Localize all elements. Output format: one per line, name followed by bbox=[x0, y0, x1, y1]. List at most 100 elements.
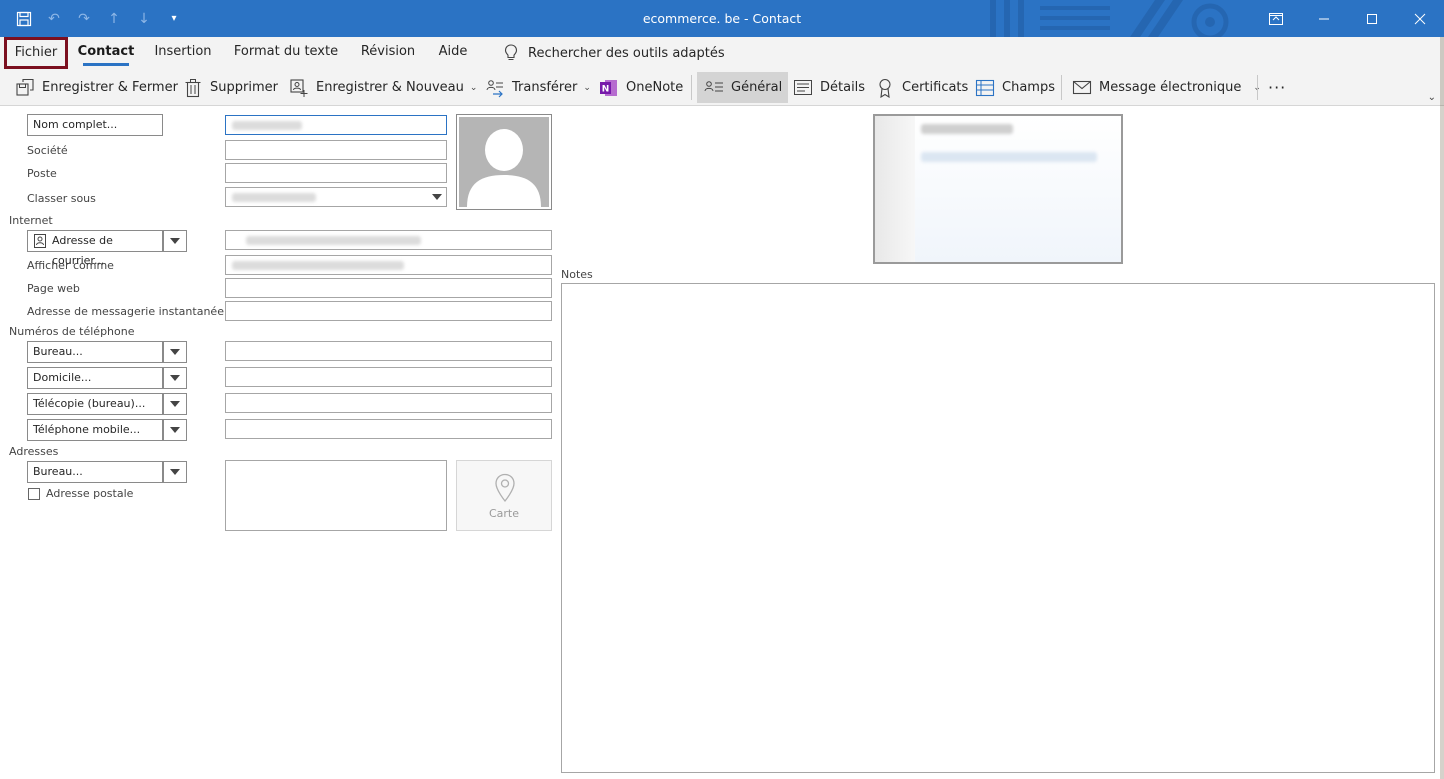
person-silhouette-icon bbox=[467, 129, 541, 207]
tab-revision[interactable]: Révision bbox=[356, 37, 420, 69]
notes-textarea[interactable] bbox=[561, 283, 1435, 773]
phone-office-button[interactable]: Bureau... bbox=[27, 341, 163, 363]
certificate-ribbon-icon bbox=[874, 77, 896, 99]
redacted-value bbox=[232, 261, 404, 270]
save-new-icon bbox=[288, 77, 310, 99]
business-card-preview[interactable] bbox=[873, 114, 1123, 264]
save-and-close-button[interactable]: Enregistrer & Fermer bbox=[14, 72, 178, 103]
tell-me-search[interactable]: Rechercher des outils adaptés bbox=[504, 37, 725, 69]
redo-icon[interactable]: ↷ bbox=[74, 9, 94, 29]
address-textarea[interactable] bbox=[225, 460, 447, 531]
phone-home-dropdown[interactable] bbox=[163, 367, 187, 389]
map-label: Carte bbox=[488, 507, 520, 520]
tab-contact[interactable]: Contact bbox=[76, 37, 136, 69]
avatar bbox=[459, 117, 549, 207]
tell-me-search-label: Rechercher des outils adaptés bbox=[528, 45, 725, 61]
certificates-label: Certificats bbox=[902, 80, 969, 95]
ribbon-display-options-icon[interactable] bbox=[1252, 0, 1300, 37]
svg-text:N: N bbox=[602, 84, 610, 94]
trash-icon bbox=[182, 77, 204, 99]
address-type-dropdown[interactable] bbox=[163, 461, 187, 483]
ribbon-separator bbox=[1061, 75, 1062, 100]
phone-mobile-button[interactable]: Téléphone mobile... bbox=[27, 419, 163, 441]
ribbon-separator bbox=[1257, 75, 1258, 100]
more-commands-button[interactable]: ··· bbox=[1268, 72, 1286, 103]
addresses-group-label: Adresses bbox=[9, 445, 59, 458]
webpage-field[interactable] bbox=[225, 278, 552, 298]
redacted-value bbox=[921, 152, 1097, 162]
lightbulb-icon bbox=[504, 44, 518, 60]
minimize-icon[interactable] bbox=[1300, 0, 1348, 37]
company-field[interactable] bbox=[225, 140, 447, 160]
internet-group-label: Internet bbox=[9, 214, 53, 227]
phone-home-field[interactable] bbox=[225, 367, 552, 387]
onenote-button[interactable]: N OneNote bbox=[598, 72, 683, 103]
email-field[interactable] bbox=[225, 230, 552, 250]
full-name-button[interactable]: Nom complet... bbox=[27, 114, 163, 136]
map-pin-icon bbox=[495, 473, 515, 503]
im-address-field[interactable] bbox=[225, 301, 552, 321]
save-and-new-button[interactable]: Enregistrer & Nouveau ⌄ bbox=[288, 72, 477, 103]
customize-qat-icon[interactable]: ▾ bbox=[164, 9, 184, 29]
email-message-label: Message électronique bbox=[1099, 80, 1242, 95]
delete-button[interactable]: Supprimer bbox=[182, 72, 278, 103]
im-address-label: Adresse de messagerie instantanée bbox=[27, 305, 224, 318]
file-as-select[interactable] bbox=[225, 187, 447, 207]
title-bar-decoration bbox=[990, 0, 1229, 37]
save-and-new-label: Enregistrer & Nouveau bbox=[316, 80, 464, 95]
full-name-field[interactable] bbox=[225, 115, 447, 135]
general-view-button[interactable]: Général bbox=[697, 72, 789, 103]
job-title-field[interactable] bbox=[225, 163, 447, 183]
contact-card-icon bbox=[34, 234, 46, 248]
email-type-dropdown[interactable] bbox=[163, 230, 187, 252]
maximize-icon[interactable] bbox=[1348, 0, 1396, 37]
map-button[interactable]: Carte bbox=[456, 460, 552, 531]
notes-label: Notes bbox=[561, 268, 593, 281]
collapse-ribbon-icon[interactable]: ⌄ bbox=[1428, 92, 1436, 103]
onenote-label: OneNote bbox=[626, 80, 684, 95]
tab-aide[interactable]: Aide bbox=[432, 37, 474, 69]
general-view-label: Général bbox=[731, 80, 783, 95]
undo-icon[interactable]: ↶ bbox=[44, 9, 64, 29]
ribbon-separator bbox=[691, 75, 692, 100]
phone-mobile-field[interactable] bbox=[225, 419, 552, 439]
details-view-label: Détails bbox=[820, 80, 866, 95]
phone-mobile-dropdown[interactable] bbox=[163, 419, 187, 441]
address-type-button[interactable]: Bureau... bbox=[27, 461, 163, 483]
quick-access-toolbar: ↶ ↷ ↑ ↓ ▾ bbox=[14, 0, 184, 37]
details-icon bbox=[792, 77, 814, 99]
fields-button[interactable]: Champs bbox=[974, 72, 1055, 103]
display-as-label: Afficher comme bbox=[27, 259, 114, 272]
job-title-label: Poste bbox=[27, 167, 57, 180]
close-icon[interactable] bbox=[1396, 0, 1444, 37]
certificates-button[interactable]: Certificats bbox=[874, 72, 968, 103]
forward-button[interactable]: Transférer ⌄ bbox=[484, 72, 591, 103]
phone-fax-dropdown[interactable] bbox=[163, 393, 187, 415]
email-type-button[interactable]: Adresse de courrier... bbox=[27, 230, 163, 267]
tab-insertion[interactable]: Insertion bbox=[150, 37, 216, 69]
contact-photo-button[interactable] bbox=[456, 114, 552, 210]
redacted-value bbox=[232, 121, 302, 130]
save-icon[interactable] bbox=[14, 9, 34, 29]
chevron-down-icon[interactable]: ⌄ bbox=[470, 83, 478, 93]
details-view-button[interactable]: Détails bbox=[792, 72, 865, 103]
save-and-close-label: Enregistrer & Fermer bbox=[42, 80, 178, 95]
business-card-strip bbox=[875, 116, 915, 262]
tab-fichier[interactable]: Fichier bbox=[4, 37, 68, 69]
display-as-field[interactable] bbox=[225, 255, 552, 275]
phone-office-field[interactable] bbox=[225, 341, 552, 361]
phone-fax-button[interactable]: Télécopie (bureau)... bbox=[27, 393, 163, 415]
down-arrow-icon[interactable]: ↓ bbox=[134, 9, 154, 29]
forward-icon bbox=[484, 77, 506, 99]
phone-fax-field[interactable] bbox=[225, 393, 552, 413]
phone-home-button[interactable]: Domicile... bbox=[27, 367, 163, 389]
postal-address-checkbox[interactable] bbox=[28, 488, 40, 500]
redacted-value bbox=[921, 124, 1013, 134]
chevron-down-icon[interactable]: ⌄ bbox=[583, 83, 591, 93]
tab-format-du-texte[interactable]: Format du texte bbox=[232, 37, 340, 69]
phone-office-dropdown[interactable] bbox=[163, 341, 187, 363]
up-arrow-icon[interactable]: ↑ bbox=[104, 9, 124, 29]
email-message-button[interactable]: Message électronique ⌄ bbox=[1071, 72, 1261, 103]
window-controls bbox=[1252, 0, 1444, 37]
onenote-icon: N bbox=[598, 77, 620, 99]
